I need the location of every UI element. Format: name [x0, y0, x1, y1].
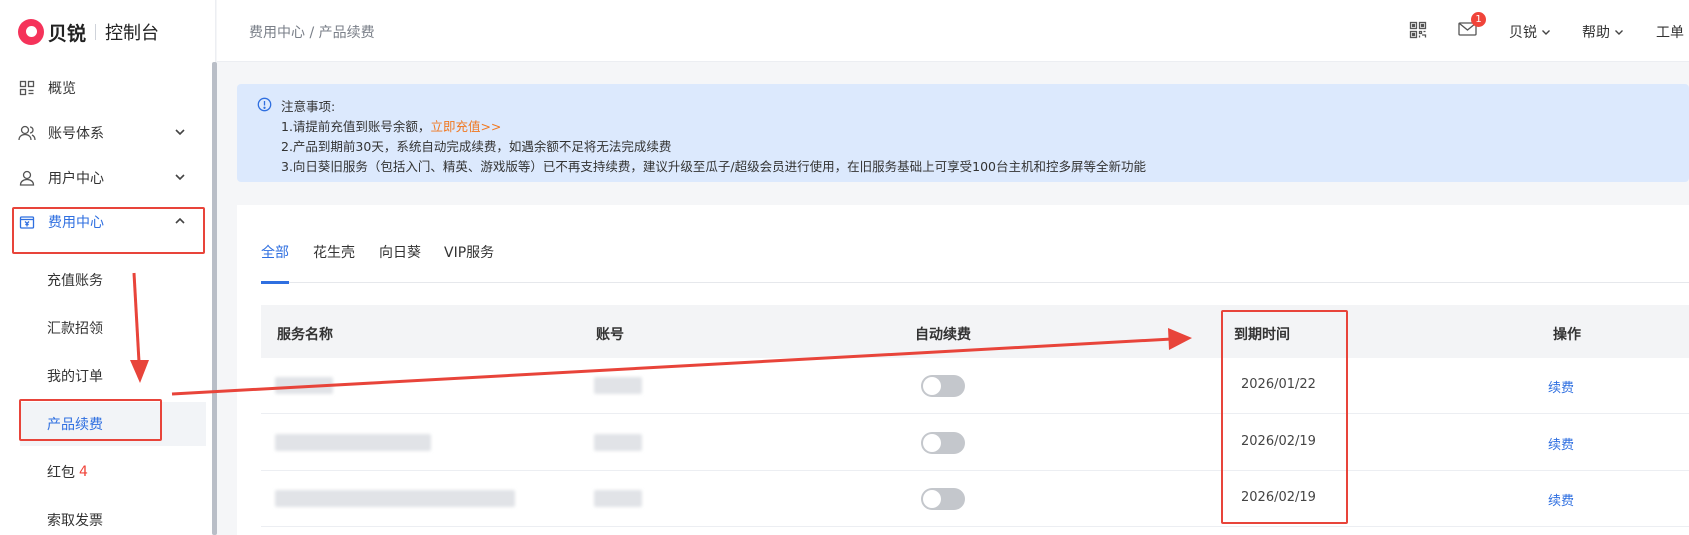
brand-logo-icon: [18, 19, 44, 45]
account-redacted: [594, 490, 642, 507]
sidebar-subitem-invoice[interactable]: 索取发票: [0, 498, 208, 535]
sidebar-subitem-my-orders[interactable]: 我的订单: [0, 354, 208, 398]
col-auto-renew: 自动续费: [915, 327, 971, 343]
sidebar-item-account-system[interactable]: 账号体系: [0, 111, 208, 155]
user-menu[interactable]: 贝锐: [1509, 22, 1551, 42]
breadcrumb: 费用中心 / 产品续费: [249, 25, 375, 41]
qr-code-icon[interactable]: [1409, 21, 1427, 43]
help-menu-label: 帮助: [1582, 25, 1610, 41]
service-name-redacted: [275, 377, 333, 394]
renew-link[interactable]: 续费: [1548, 377, 1574, 396]
tab-active-indicator: [261, 281, 289, 284]
col-account: 账号: [596, 327, 624, 343]
sidebar-subitem-recharge[interactable]: 充值账务: [0, 258, 208, 302]
tab-vip-service[interactable]: VIP服务: [444, 242, 494, 262]
sidebar-item-overview[interactable]: 概览: [0, 66, 208, 110]
expiry-date: 2026/02/19: [1241, 434, 1316, 449]
auto-renew-toggle[interactable]: [921, 432, 965, 454]
sidebar-item-label: 费用中心: [48, 215, 104, 231]
console-title: 控制台: [105, 23, 160, 44]
grid-icon: [18, 79, 36, 97]
chevron-down-icon: [174, 171, 186, 187]
sidebar-subitem-label: 索取发票: [47, 513, 103, 529]
ticket-menu[interactable]: 工单: [1656, 22, 1684, 42]
service-name-redacted: [275, 434, 431, 451]
chevron-down-icon: [1615, 30, 1623, 35]
red-packet-count: 4: [79, 464, 88, 480]
notice-line-1-text: 1.请提前充值到账号余额，: [281, 119, 431, 134]
yuan-wallet-icon: [18, 213, 36, 231]
help-menu[interactable]: 帮助: [1582, 22, 1624, 42]
sidebar-subitem-label: 汇款招领: [47, 321, 103, 337]
tabs-divider: [261, 282, 1689, 283]
chevron-down-icon: [1542, 30, 1550, 35]
notice-line-3: 3.向日葵旧服务（包括入门、精英、游戏版等）已不再支持续费，建议升级至瓜子/超级…: [281, 159, 1146, 174]
sidebar-item-label: 用户中心: [48, 171, 104, 187]
chevron-up-icon: [174, 215, 186, 231]
sidebar: 贝锐 控制台 概览 账号体系 用户中心 费用中心 充值账务 汇款招领 我的订单 …: [0, 0, 216, 535]
renew-link[interactable]: 续费: [1548, 434, 1574, 453]
sidebar-subitem-label: 充值账务: [47, 273, 103, 289]
sidebar-subitem-remittance[interactable]: 汇款招领: [0, 306, 208, 350]
expiry-date: 2026/01/22: [1241, 377, 1316, 392]
sidebar-subitem-label: 产品续费: [47, 417, 103, 433]
col-action: 操作: [1553, 327, 1581, 343]
sidebar-item-billing-center[interactable]: 费用中心: [0, 200, 208, 244]
user-menu-label: 贝锐: [1509, 25, 1537, 41]
tab-oray-peanut[interactable]: 花生壳: [313, 242, 355, 262]
recharge-now-link[interactable]: 立即充值>>: [430, 119, 501, 134]
tab-sunflower[interactable]: 向日葵: [379, 242, 421, 262]
notice-line-1: 1.请提前充值到账号余额，立即充值>>: [281, 116, 501, 135]
col-expiry: 到期时间: [1234, 327, 1290, 343]
auto-renew-toggle[interactable]: [921, 375, 965, 397]
notice-line-2: 2.产品到期前30天，系统自动完成续费，如遇余额不足将无法完成续费: [281, 139, 672, 154]
sidebar-item-user-center[interactable]: 用户中心: [0, 156, 208, 200]
sidebar-subitem-product-renewal[interactable]: 产品续费: [20, 402, 206, 446]
info-icon: [257, 97, 272, 116]
brand-name: 贝锐: [48, 22, 87, 45]
table-row: 2026/02/19 续费: [261, 471, 1689, 527]
sidebar-subitem-red-packet[interactable]: 红包 4: [0, 450, 208, 494]
ticket-menu-label: 工单: [1656, 25, 1684, 41]
expiry-date: 2026/02/19: [1241, 490, 1316, 505]
mail-badge: 1: [1471, 12, 1486, 27]
account-redacted: [594, 377, 642, 394]
service-name-redacted: [275, 490, 515, 507]
tab-all[interactable]: 全部: [261, 242, 289, 262]
sidebar-scrollbar[interactable]: [212, 62, 217, 535]
chevron-down-icon: [174, 126, 186, 142]
table-row: 2026/02/19 续费: [261, 415, 1689, 471]
renewal-card: 全部 花生壳 向日葵 VIP服务 服务名称 账号 自动续费 到期时间 操作 20…: [237, 205, 1689, 535]
auto-renew-toggle[interactable]: [921, 488, 965, 510]
col-service-name: 服务名称: [277, 327, 333, 343]
notice-title: 注意事项:: [281, 99, 336, 114]
account-redacted: [594, 434, 642, 451]
brand-logo[interactable]: 贝锐 控制台: [18, 18, 159, 46]
sidebar-subitem-label: 红包: [47, 465, 75, 481]
sidebar-item-label: 账号体系: [48, 126, 104, 142]
table-row: 2026/01/22 续费: [261, 358, 1689, 414]
table-header: 服务名称 账号 自动续费 到期时间 操作: [261, 305, 1689, 358]
sidebar-item-label: 概览: [48, 81, 76, 97]
renew-link[interactable]: 续费: [1548, 490, 1574, 509]
sidebar-subitem-label: 我的订单: [47, 369, 103, 385]
user-icon: [18, 169, 36, 187]
notice-banner: 注意事项: 1.请提前充值到账号余额，立即充值>> 2.产品到期前30天，系统自…: [237, 84, 1689, 182]
logo-divider: [95, 24, 97, 40]
users-icon: [18, 124, 36, 142]
